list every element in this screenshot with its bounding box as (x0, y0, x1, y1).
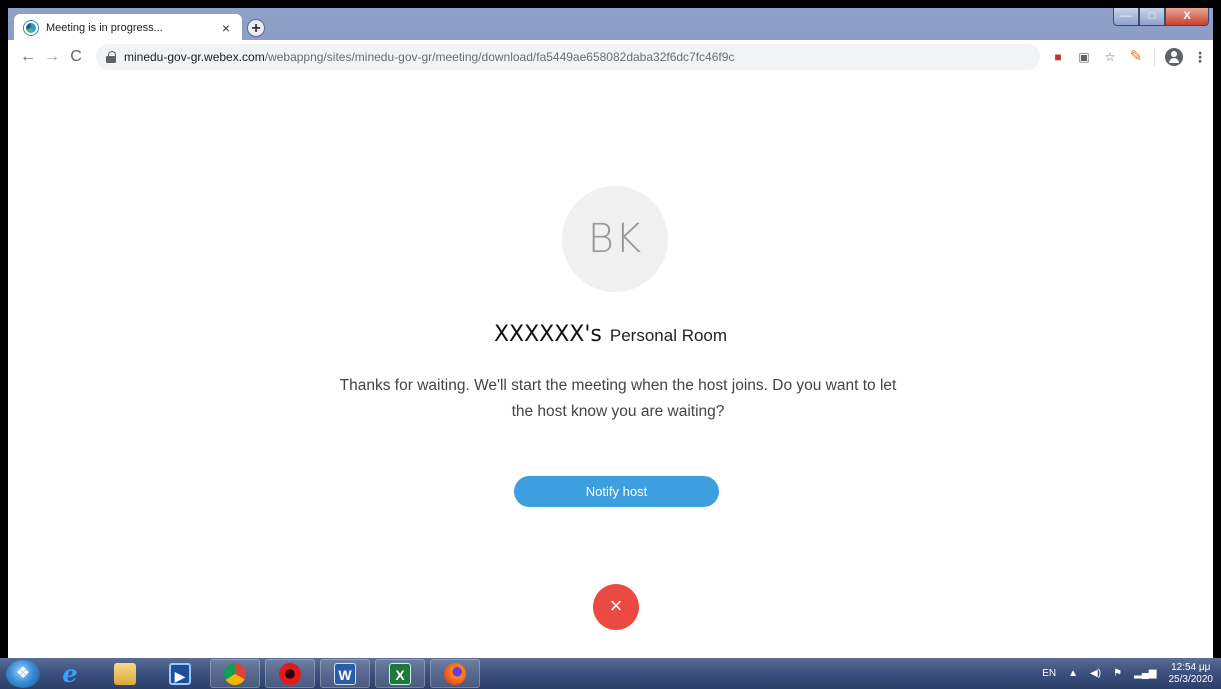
taskbar-internet-explorer[interactable]: e (45, 659, 95, 688)
leave-button[interactable]: × (593, 584, 639, 630)
back-arrow-icon[interactable]: ← (16, 45, 40, 69)
translate-icon[interactable]: ▣ (1076, 49, 1092, 65)
chrome-icon (224, 662, 246, 685)
word-icon: W (334, 662, 356, 685)
taskbar-media-player[interactable]: ▶ (155, 659, 205, 688)
url-path: /webappng/sites/minedu-gov-gr/meeting/do… (264, 50, 735, 64)
minimize-button[interactable]: — (1113, 8, 1139, 26)
key-extension-icon[interactable]: ✎ (1128, 49, 1144, 65)
browser-window: Meeting is in progress... × + — □ X ← → … (8, 8, 1213, 658)
system-tray: EN ▲ ◀) ⚑ ▂▄▆ 12:54 μμ 25/3/2020 (1042, 662, 1221, 686)
network-signal-icon[interactable]: ▂▄▆ (1134, 668, 1156, 679)
window-controls: — □ X (1113, 8, 1209, 26)
profile-icon[interactable] (1165, 48, 1183, 66)
extension-icons: ■ ▣ ☆ ✎ ⋮ (1050, 48, 1207, 66)
close-icon: × (609, 593, 623, 618)
room-title: XXXXXX's Personal Room (8, 322, 1213, 347)
menu-kebab-icon[interactable]: ⋮ (1193, 49, 1207, 66)
room-owner-name: XXXXXX's (493, 322, 602, 347)
tab-strip: Meeting is in progress... × + — □ X (8, 8, 1213, 42)
taskbar-excel[interactable]: X (375, 659, 425, 688)
firefox-icon (444, 662, 466, 685)
webex-favicon-icon (24, 21, 38, 35)
taskbar-firefox[interactable] (430, 659, 480, 688)
windows-taskbar: e ▶ W X EN ▲ ◀) ⚑ ▂▄▆ 12:54 (0, 658, 1221, 689)
forward-arrow-icon[interactable]: → (40, 45, 64, 69)
taskbar-chrome[interactable] (210, 659, 260, 688)
clock-date: 25/3/2020 (1168, 673, 1214, 685)
host-avatar: BK (562, 186, 668, 292)
folder-icon (114, 662, 136, 685)
maximize-button[interactable]: □ (1139, 8, 1165, 26)
taskbar-file-explorer[interactable] (100, 659, 150, 688)
volume-icon[interactable]: ◀) (1090, 668, 1101, 679)
system-clock[interactable]: 12:54 μμ 25/3/2020 (1169, 662, 1214, 686)
tab-meeting[interactable]: Meeting is in progress... × (14, 14, 242, 42)
action-center-flag-icon[interactable]: ⚑ (1113, 668, 1122, 679)
bookmark-star-icon[interactable]: ☆ (1102, 49, 1118, 65)
opera-icon (279, 662, 301, 685)
url-host: minedu-gov-gr.webex.com (124, 50, 265, 64)
new-tab-button[interactable]: + (247, 19, 265, 37)
excel-icon: X (389, 662, 411, 685)
notify-host-button[interactable]: Notify host (514, 476, 719, 507)
reload-icon[interactable]: C (64, 45, 88, 69)
clock-time: 12:54 μμ (1171, 661, 1211, 673)
blocked-popup-icon[interactable]: ■ (1050, 49, 1066, 65)
language-indicator[interactable]: EN (1042, 668, 1056, 679)
waiting-message: Thanks for waiting. We'll start the meet… (339, 377, 897, 420)
browser-toolbar: ← → C minedu-gov-gr.webex.com/webappng/s… (8, 40, 1213, 74)
tab-close-button[interactable]: × (218, 20, 234, 36)
room-suffix: Personal Room (609, 326, 728, 345)
address-bar[interactable]: minedu-gov-gr.webex.com/webappng/sites/m… (96, 44, 1040, 70)
desktop-screen: Meeting is in progress... × + — □ X ← → … (0, 0, 1221, 689)
taskbar-word[interactable]: W (320, 659, 370, 688)
webex-waiting-page: BK XXXXXX's Personal Room Thanks for wait… (8, 74, 1213, 658)
window-close-button[interactable]: X (1165, 8, 1209, 26)
media-player-icon: ▶ (169, 662, 191, 685)
internet-explorer-icon: e (62, 658, 78, 688)
taskbar-opera[interactable] (265, 659, 315, 688)
start-button[interactable] (6, 659, 40, 688)
lock-icon[interactable] (106, 51, 116, 63)
tab-title: Meeting is in progress... (46, 22, 163, 34)
toolbar-separator (1154, 48, 1155, 66)
show-hidden-icons-icon[interactable]: ▲ (1068, 668, 1078, 679)
